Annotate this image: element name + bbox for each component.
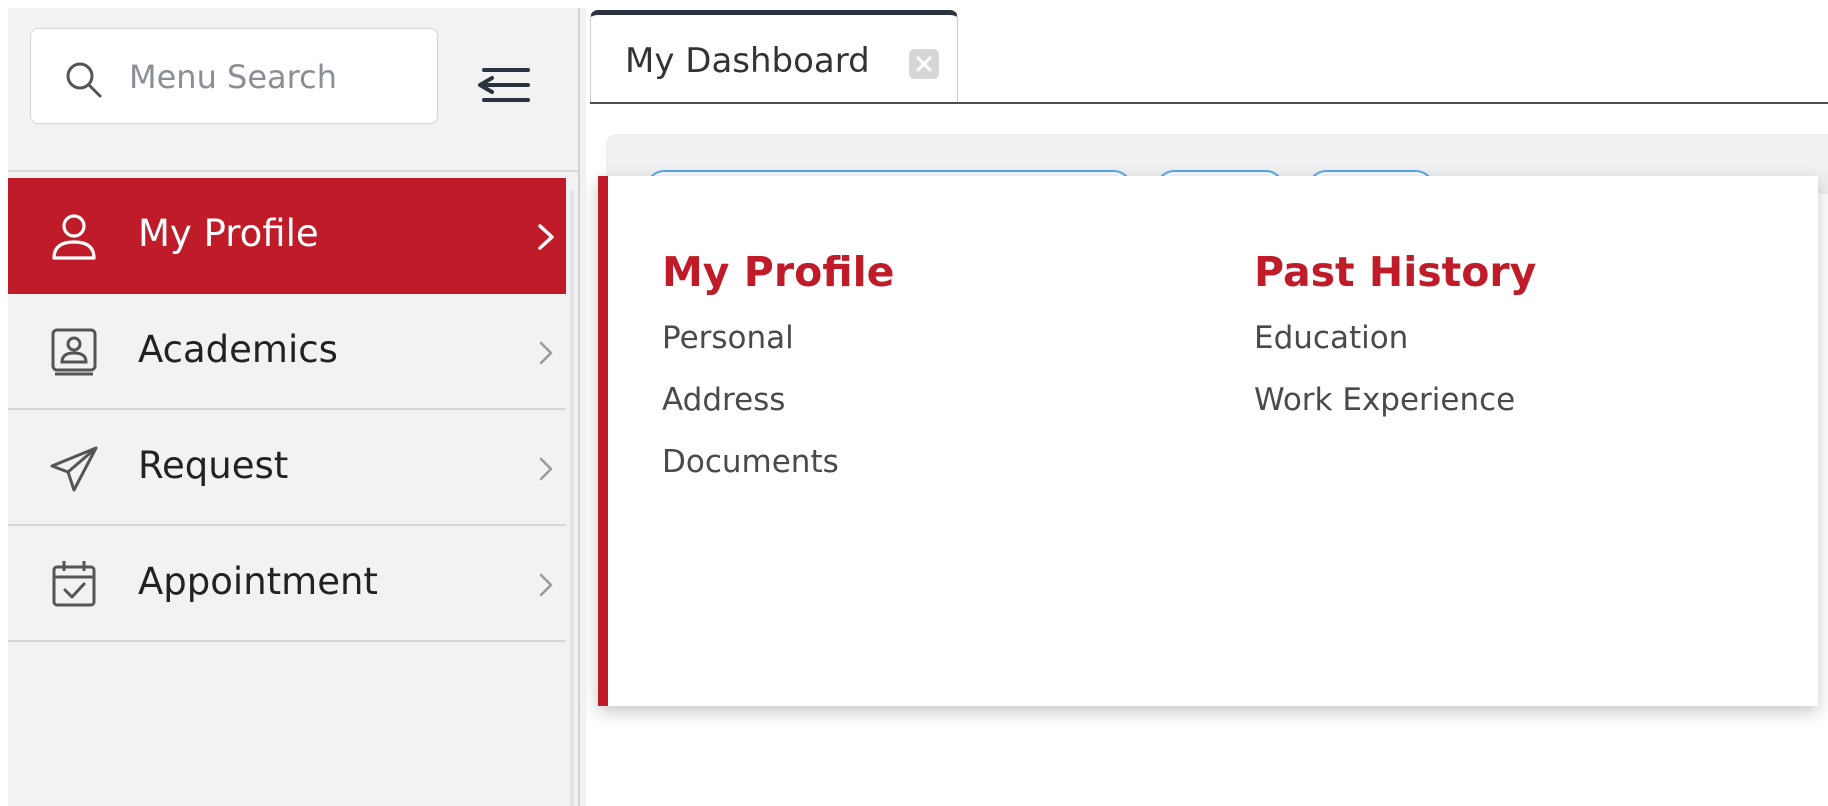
chevron-right-icon xyxy=(539,573,553,597)
sidebar-top-divider xyxy=(8,170,578,172)
search-icon xyxy=(66,62,102,98)
sidebar-item-my-profile[interactable]: My Profile xyxy=(8,178,566,294)
menu-search-input[interactable] xyxy=(127,49,421,105)
paper-plane-icon xyxy=(50,446,98,492)
chevron-right-icon xyxy=(539,457,553,481)
chevron-right-icon xyxy=(539,341,553,365)
sidebar-item-academics[interactable]: Academics xyxy=(8,294,566,410)
sidebar-item-label: Appointment xyxy=(138,560,378,603)
menu-link-documents[interactable]: Documents xyxy=(662,444,895,480)
mega-menu-heading: My Profile xyxy=(662,248,895,296)
mega-menu-column-past-history: Past History Education Work Experience xyxy=(1254,248,1536,418)
sidebar-item-request[interactable]: Request xyxy=(8,410,566,526)
menu-link-personal[interactable]: Personal xyxy=(662,320,895,356)
id-card-icon xyxy=(51,328,97,376)
sidebar-border xyxy=(578,8,580,806)
mega-menu-accent-bar xyxy=(598,176,608,706)
menu-link-work-experience[interactable]: Work Experience xyxy=(1254,382,1536,418)
tab-bar-underline xyxy=(590,102,1828,104)
collapse-menu-icon[interactable] xyxy=(474,60,534,110)
user-icon xyxy=(52,214,96,260)
mega-menu-column-my-profile: My Profile Personal Address Documents xyxy=(662,248,895,480)
close-icon[interactable] xyxy=(909,49,939,79)
tab-label: My Dashboard xyxy=(625,41,870,81)
calendar-check-icon xyxy=(52,561,96,607)
tab-my-dashboard[interactable]: My Dashboard xyxy=(590,10,958,104)
sidebar-item-appointment[interactable]: Appointment xyxy=(8,526,566,642)
mega-menu-heading: Past History xyxy=(1254,248,1537,296)
menu-link-address[interactable]: Address xyxy=(662,382,895,418)
sidebar-item-label: My Profile xyxy=(138,212,319,255)
sidebar-item-label: Request xyxy=(138,444,289,487)
mega-menu-panel: My Profile Personal Address Documents Pa… xyxy=(598,176,1818,706)
chevron-right-icon xyxy=(538,224,554,250)
menu-search-box[interactable] xyxy=(30,28,438,124)
sidebar-item-label: Academics xyxy=(138,328,338,371)
menu-link-education[interactable]: Education xyxy=(1254,320,1536,356)
sidebar-scrollbar[interactable] xyxy=(570,190,574,806)
